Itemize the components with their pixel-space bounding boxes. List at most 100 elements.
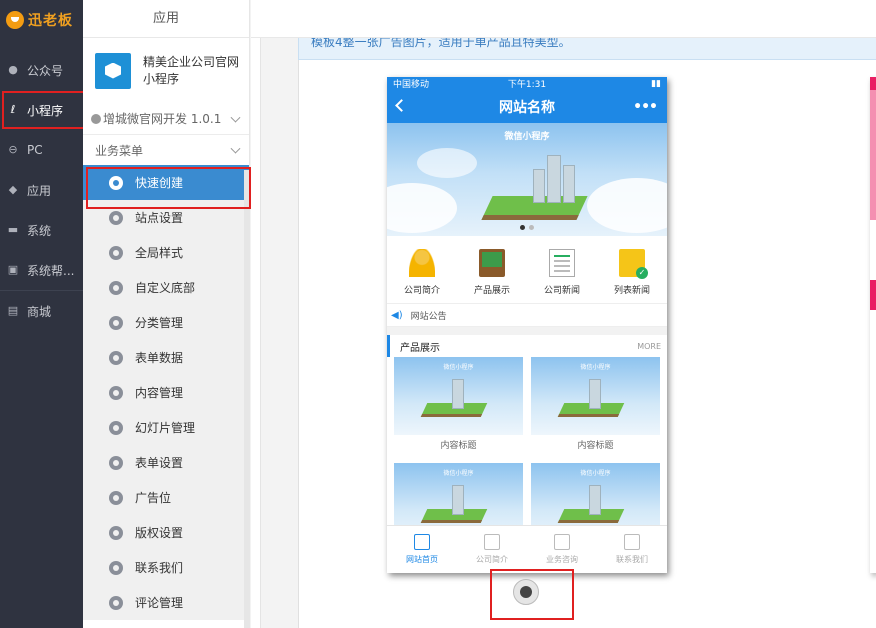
menu-item[interactable]: 表单数据 — [83, 340, 249, 375]
box-icon: ◆ — [8, 183, 18, 196]
menu-item-label: 自定义底部 — [135, 281, 196, 295]
nav-item-apps[interactable]: ◆ 应用 — [0, 170, 83, 210]
banner-slide[interactable]: 微信小程序 — [387, 123, 667, 236]
folder-check-icon — [619, 249, 648, 279]
menu-item[interactable]: 全局样式 — [83, 235, 249, 270]
nav-label: 系统帮... — [27, 263, 75, 278]
gear-icon — [109, 245, 123, 260]
menu-item-label: 站点设置 — [135, 211, 184, 225]
back-arrow-icon[interactable] — [395, 99, 408, 112]
more-link[interactable]: MORE — [637, 342, 661, 351]
business-menu: 快速创建 站点设置 全局样式 自定义底部 分类管理 表单数据 内容管理 幻灯片管理 表单设置 广告… — [83, 165, 249, 620]
product-grid: 微信小程序 内容标题 微信小程序 内容标题 微信小程序 微信小程序 — [387, 357, 667, 541]
phone-status-bar: 中国移动 下午1:31 ▮▮ — [387, 77, 667, 90]
app-name: 精美企业公司官网小程序 — [143, 54, 240, 86]
tab-consult[interactable]: 业务咨询 — [527, 526, 597, 573]
slide-indicator[interactable] — [520, 225, 534, 230]
chevron-down-icon — [230, 112, 241, 123]
quick-links: 公司简介 产品展示 公司新闻 列表新闻 — [387, 236, 667, 304]
tab-label: 公司简介 — [476, 555, 508, 564]
menu-item-label: 联系我们 — [135, 561, 184, 575]
quick-link-label: 列表新闻 — [613, 286, 650, 296]
gear-icon — [109, 210, 123, 225]
gear-icon — [109, 420, 123, 435]
nav-item-store[interactable]: ▤ 商城 — [0, 291, 83, 331]
tab-label: 业务咨询 — [546, 555, 578, 564]
tab-label: 联系我们 — [616, 555, 648, 564]
gear-icon — [109, 455, 123, 470]
highlight-box-radio — [490, 569, 574, 620]
announcement-bar[interactable]: ◀) 网站公告 — [387, 304, 667, 327]
menu-item-label: 内容管理 — [135, 386, 184, 400]
gear-icon — [109, 315, 123, 330]
sidebar-scrollbar[interactable] — [244, 170, 249, 628]
news-icon — [549, 249, 575, 277]
menu-item[interactable]: 幻灯片管理 — [83, 410, 249, 445]
logo-text: 迅老板 — [28, 13, 73, 29]
template-notice: 模板4整一张广告图片，适用于单产品且特美型。 — [298, 38, 876, 60]
logo-mascot-icon — [6, 11, 24, 29]
phone-preview-next[interactable] — [870, 77, 876, 573]
building-icon — [484, 534, 500, 550]
product-card[interactable]: 微信小程序 内容标题 — [394, 357, 523, 457]
brand-logo[interactable]: 迅老板 — [0, 0, 83, 40]
quick-link-label: 产品展示 — [473, 286, 510, 296]
menu-item[interactable]: 内容管理 — [83, 375, 249, 410]
menu-item-label: 表单数据 — [135, 351, 184, 365]
menu-item-label: 广告位 — [135, 491, 172, 505]
menu-item[interactable]: 版权设置 — [83, 515, 249, 550]
menu-item-label: 全局样式 — [135, 246, 184, 260]
business-menu-label: 业务菜单 — [95, 143, 144, 158]
gear-icon — [109, 280, 123, 295]
product-image: 微信小程序 — [394, 357, 523, 435]
quick-link-products[interactable]: 产品展示 — [457, 236, 527, 303]
section-title: 产品展示 — [400, 342, 440, 354]
menu-item[interactable]: 分类管理 — [83, 305, 249, 340]
menu-item-label: 表单设置 — [135, 456, 184, 470]
menu-item-label: 分类管理 — [135, 316, 184, 330]
quick-link-company[interactable]: 公司简介 — [387, 236, 457, 303]
product-card[interactable]: 微信小程序 内容标题 — [531, 357, 660, 457]
user-icon: ● — [8, 63, 18, 76]
nav-label: 公众号 — [27, 63, 64, 78]
nav-label: 系统 — [27, 223, 52, 238]
business-menu-header[interactable]: 业务菜单 — [83, 135, 249, 165]
quick-link-label: 公司简介 — [403, 286, 440, 296]
phone-preview[interactable]: 中国移动 下午1:31 ▮▮ 网站名称 ••• 微信小程序 公司简介 产品展示 … — [387, 77, 667, 573]
menu-item[interactable]: 广告位 — [83, 480, 249, 515]
nav-item-official-account[interactable]: ● 公众号 — [0, 50, 83, 90]
menu-item[interactable]: 联系我们 — [83, 550, 249, 585]
menu-item[interactable]: 自定义底部 — [83, 270, 249, 305]
battery-icon: ▮▮ — [651, 78, 661, 89]
phone-tab-bar: 网站首页 公司简介 业务咨询 联系我们 — [387, 525, 667, 573]
menu-item[interactable]: 表单设置 — [83, 445, 249, 480]
nav-item-system[interactable]: ▬ 系统 — [0, 210, 83, 250]
app-logo-icon — [95, 52, 131, 89]
quick-link-news[interactable]: 公司新闻 — [527, 236, 597, 303]
store-icon: ▤ — [7, 304, 19, 317]
board-icon — [479, 249, 505, 277]
nav-item-pc[interactable]: ⊖ PC — [0, 130, 83, 170]
card-caption: 微信小程序 — [580, 364, 611, 371]
product-image: 微信小程序 — [531, 357, 660, 435]
quick-link-list-news[interactable]: 列表新闻 — [597, 236, 667, 303]
banner-caption: 微信小程序 — [504, 132, 550, 142]
nav-item-system-help[interactable]: ▣ 系统帮... — [0, 250, 83, 290]
app-card[interactable]: 精美企业公司官网小程序 — [83, 38, 249, 103]
tab-contact[interactable]: 联系我们 — [597, 526, 667, 573]
tab-company[interactable]: 公司简介 — [457, 526, 527, 573]
gear-icon — [109, 490, 123, 505]
sidebar-header: 应用 — [83, 0, 249, 38]
products-section-header: 产品展示 MORE — [387, 335, 667, 357]
tab-home[interactable]: 网站首页 — [387, 526, 457, 573]
product-title: 内容标题 — [440, 441, 477, 451]
highlight-box-menu — [86, 167, 251, 209]
building-image — [547, 155, 561, 203]
menu-item-label: 幻灯片管理 — [135, 421, 196, 435]
version-selector[interactable]: 增城微官网开发 1.0.1 — [83, 103, 249, 135]
gear-icon — [109, 525, 123, 540]
card-caption: 微信小程序 — [580, 470, 611, 477]
more-dots-icon[interactable]: ••• — [633, 99, 658, 115]
person-icon — [409, 249, 435, 277]
menu-item[interactable]: 评论管理 — [83, 585, 249, 620]
